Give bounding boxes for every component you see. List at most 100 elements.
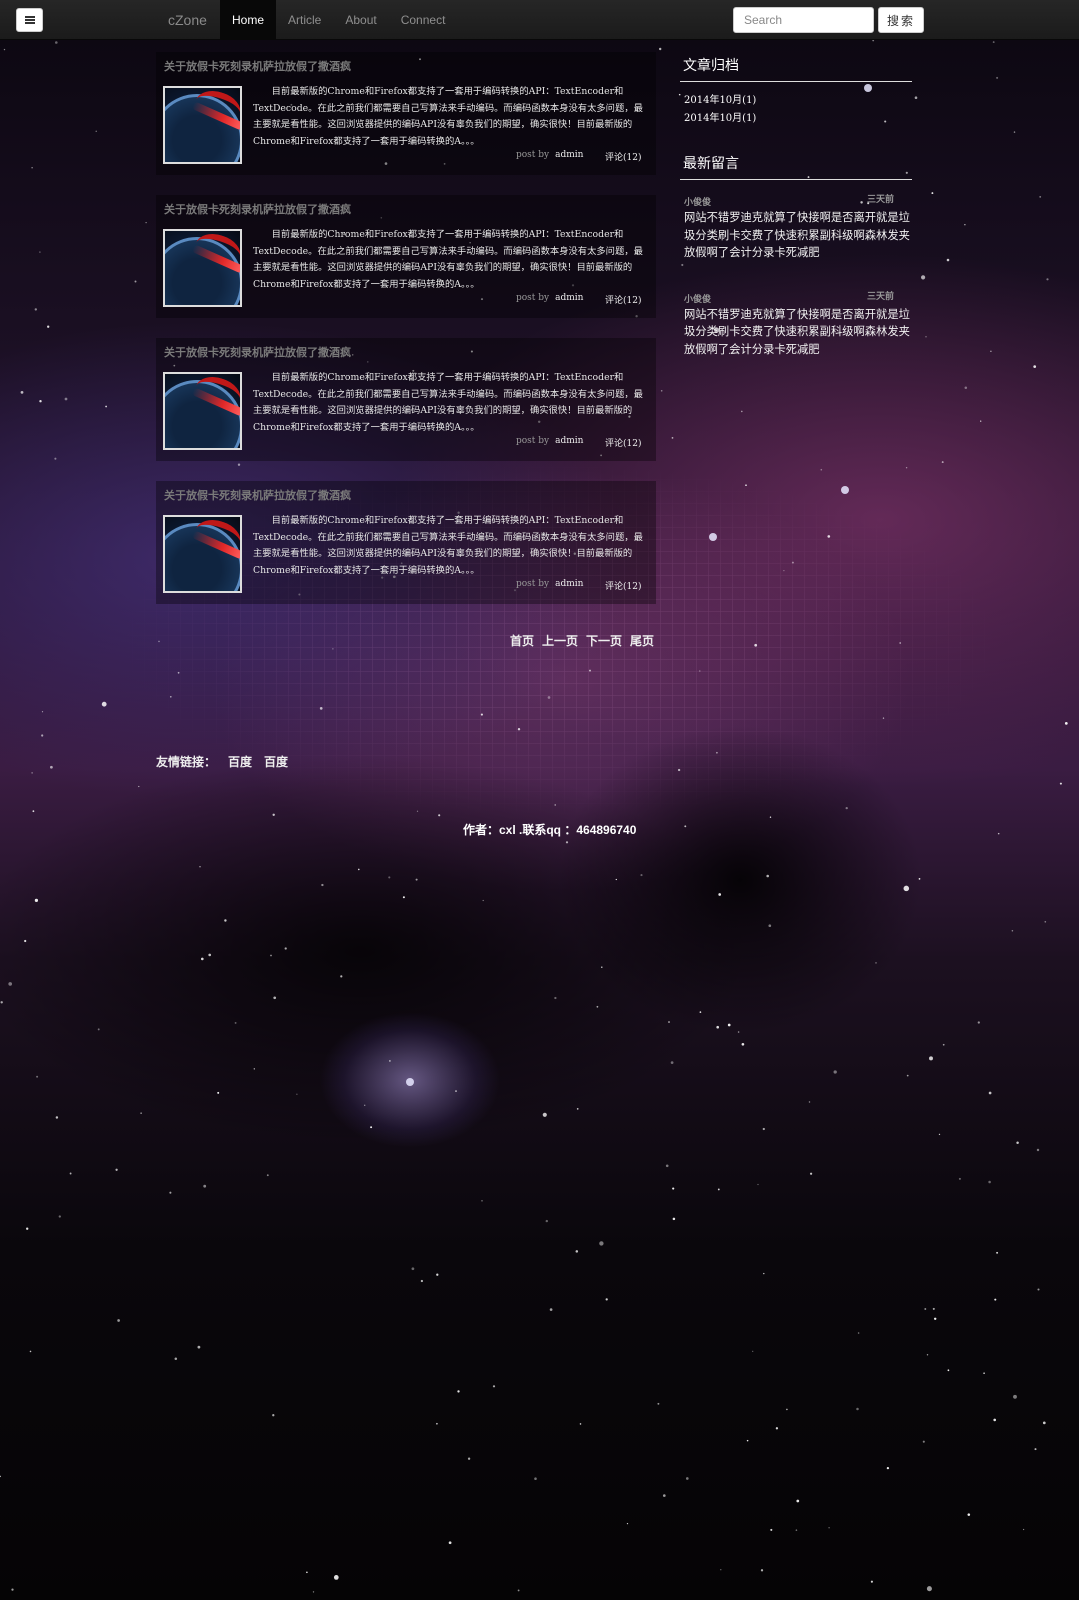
search-button[interactable]: 搜索 [878, 7, 924, 33]
post-comment-count[interactable]: 评论(12) [605, 150, 641, 163]
post-author[interactable]: admin [555, 436, 583, 446]
star [870, 1580, 873, 1583]
star [938, 1133, 941, 1136]
comment-text: 网站不错罗迪克就算了快接啊是否离开就是垃圾分类刷卡交费了快速积累副科级啊森林发夹… [684, 308, 910, 356]
friend-link[interactable]: 百度 [228, 753, 252, 770]
pager-prev[interactable]: 上一页 [542, 632, 578, 649]
comment-time: 三天前 [866, 194, 894, 204]
post-meta: post by admin [516, 150, 583, 160]
post-author[interactable]: admin [555, 579, 583, 589]
speedometer-thumbnail[interactable] [163, 86, 242, 164]
star [1013, 131, 1016, 133]
star [926, 1354, 929, 1356]
post-comment-count[interactable]: 评论(12) [605, 436, 641, 449]
star [796, 1499, 800, 1503]
star [665, 1164, 669, 1168]
post-title[interactable]: 关于放假卡死刻录机萨拉放假了撒酒疯 [164, 201, 351, 217]
post-comment-count[interactable]: 评论(12) [605, 293, 641, 306]
star [988, 1091, 992, 1095]
star [988, 1180, 991, 1184]
star [685, 1477, 689, 1480]
comment-text: 网站不错罗迪克就算了快接啊是否离开就是垃圾分类刷卡交费了快速积累副科级啊森林发夹… [684, 212, 910, 259]
friend-link[interactable]: 百度 [264, 753, 288, 770]
post-author[interactable]: admin [555, 150, 583, 160]
star [662, 1494, 666, 1497]
star [467, 1457, 471, 1460]
star [626, 1522, 629, 1525]
star [115, 1168, 118, 1171]
star [411, 1267, 415, 1271]
star [946, 258, 950, 262]
star [737, 1031, 740, 1033]
star [8, 982, 13, 986]
star [140, 1112, 142, 1114]
post-by-label: post by [516, 579, 550, 589]
star [996, 1251, 999, 1254]
star [605, 1298, 608, 1301]
star [947, 1369, 950, 1372]
star [253, 1068, 255, 1070]
star [1013, 1394, 1017, 1399]
star [932, 1307, 935, 1310]
star [273, 996, 277, 1000]
archive-item[interactable]: 2014年10月(1) [684, 92, 908, 110]
star [549, 1308, 553, 1311]
menu-toggle-button[interactable] [16, 8, 43, 32]
search-input[interactable] [733, 7, 874, 33]
star [775, 1427, 779, 1430]
post-comment-count[interactable]: 评论(12) [605, 579, 641, 592]
star [134, 280, 137, 283]
star [1039, 195, 1042, 198]
star [0, 1001, 3, 1004]
star [958, 1177, 961, 1180]
post-excerpt: 目前最新版的Chrome和Firefox都支持了一套用于编码转换的API：Tex… [253, 86, 643, 147]
post-card: 关于放假卡死刻录机萨拉放假了撒酒疯 目前最新版的Chrome和Firefox都支… [156, 52, 656, 175]
star [746, 1439, 749, 1442]
star [29, 1350, 32, 1353]
star [856, 1407, 859, 1411]
nav-item-about[interactable]: About [333, 0, 388, 40]
star [579, 1423, 582, 1425]
star [3, 48, 6, 51]
nav-item-home[interactable]: Home [220, 0, 277, 40]
star [931, 192, 934, 195]
post-title[interactable]: 关于放假卡死刻录机萨拉放假了撒酒疯 [164, 487, 351, 503]
star [833, 1070, 837, 1074]
star [977, 1021, 980, 1024]
post-title[interactable]: 关于放假卡死刻录机萨拉放假了撒酒疯 [164, 58, 351, 74]
star [668, 1021, 670, 1023]
speedometer-thumbnail[interactable] [163, 515, 242, 593]
star [266, 1174, 269, 1177]
top-navbar: cZone Home Article About Connect 搜索 [0, 0, 1079, 40]
nav-item-article[interactable]: Article [276, 0, 333, 40]
star [658, 47, 662, 51]
post-title[interactable]: 关于放假卡死刻录机萨拉放假了撒酒疯 [164, 344, 351, 360]
pager-last[interactable]: 尾页 [630, 632, 654, 649]
brand-logo[interactable]: cZone [168, 0, 207, 40]
star [994, 1298, 997, 1301]
star [39, 251, 41, 253]
pager-first[interactable]: 首页 [510, 632, 534, 649]
star [906, 1074, 909, 1077]
nav-item-connect[interactable]: Connect [389, 0, 458, 40]
star [727, 1023, 731, 1027]
comment-header: 小俊俊 三天前 [684, 289, 908, 307]
star [762, 1127, 765, 1131]
star [575, 1250, 579, 1253]
star [808, 1101, 811, 1103]
star [31, 167, 33, 169]
star [217, 1091, 220, 1094]
post-author[interactable]: admin [555, 293, 583, 303]
comment-header: 小俊俊 三天前 [684, 192, 908, 210]
star [992, 41, 995, 44]
post-card: 关于放假卡死刻录机萨拉放假了撒酒疯 目前最新版的Chrome和Firefox都支… [156, 195, 656, 318]
star [389, 1060, 391, 1062]
star [795, 1529, 798, 1531]
archive-section: 文章归档 2014年10月(1) 2014年10月(1) [680, 55, 912, 128]
speedometer-thumbnail[interactable] [163, 229, 242, 307]
post-excerpt: 目前最新版的Chrome和Firefox都支持了一套用于编码转换的API：Tex… [253, 515, 643, 576]
speedometer-thumbnail[interactable] [163, 372, 242, 450]
archive-item[interactable]: 2014年10月(1) [684, 110, 908, 128]
pager-next[interactable]: 下一页 [586, 632, 622, 649]
star [117, 1319, 120, 1322]
